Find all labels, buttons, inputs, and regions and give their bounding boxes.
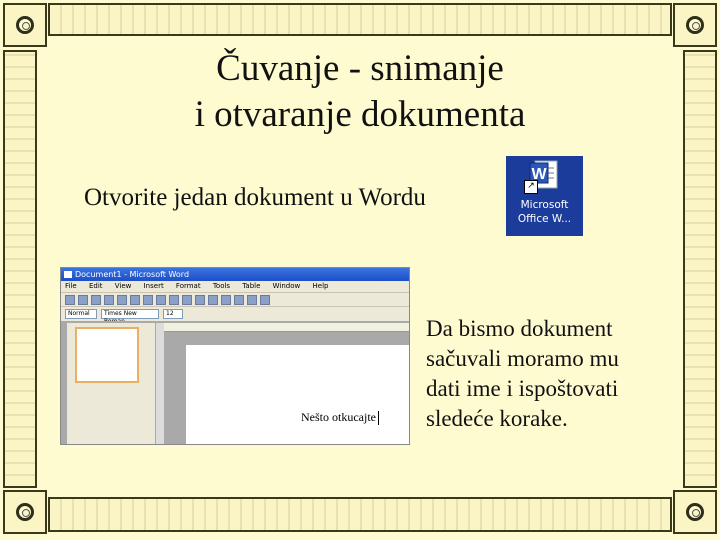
desktop-icon-label: Microsoft Office W... — [506, 198, 583, 226]
thumbnail-pane — [67, 323, 155, 444]
menu-window[interactable]: Window — [273, 282, 301, 290]
shortcut-arrow-icon: ↗ — [524, 180, 538, 194]
paragraph-line2: sačuvali moramo mu — [426, 346, 619, 371]
horizontal-ruler — [164, 323, 409, 332]
formatting-toolbar: Normal Times New Roman 12 — [61, 306, 409, 325]
table-icon[interactable] — [221, 294, 231, 305]
frame-corner-bottom-left — [3, 490, 47, 534]
drawing-icon[interactable] — [247, 294, 257, 305]
print-icon[interactable] — [104, 294, 114, 305]
frame-left-bar — [3, 50, 37, 488]
frame-right-bar — [683, 50, 717, 488]
paragraph-line3: dati ime i ispoštovati — [426, 376, 619, 401]
cut-icon[interactable] — [143, 294, 153, 305]
slide-title-line1: Čuvanje - snimanje — [216, 48, 504, 89]
paragraph-line1: Da bismo dokument — [426, 316, 613, 341]
page-thumbnail[interactable] — [75, 327, 139, 383]
slide-title: Čuvanje - snimanje i otvaranje dokumenta — [100, 46, 620, 138]
size-select[interactable]: 12 — [163, 309, 183, 319]
document-page[interactable]: Nešto otkucajte — [186, 345, 409, 444]
show-hide-icon[interactable] — [260, 294, 270, 305]
vertical-ruler — [156, 323, 164, 444]
redo-icon[interactable] — [195, 294, 205, 305]
word-window-screenshot: Document1 - Microsoft Word File Edit Vie… — [60, 267, 410, 445]
spelling-icon[interactable] — [130, 294, 140, 305]
menu-edit[interactable]: Edit — [89, 282, 103, 290]
document-text-content: Nešto otkucajte — [301, 410, 376, 424]
style-select[interactable]: Normal — [65, 309, 97, 319]
slide-subtitle: Otvorite jedan dokument u Wordu — [84, 184, 426, 211]
menu-file[interactable]: File — [65, 282, 77, 290]
menu-insert[interactable]: Insert — [144, 282, 164, 290]
instruction-paragraph: Da bismo dokument sačuvali moramo mu dat… — [426, 314, 619, 434]
save-icon[interactable] — [91, 294, 101, 305]
open-icon[interactable] — [78, 294, 88, 305]
word-titlebar: Document1 - Microsoft Word — [61, 268, 409, 281]
menu-table[interactable]: Table — [242, 282, 260, 290]
document-text: Nešto otkucajte — [301, 410, 379, 426]
frame-corner-bottom-right — [673, 490, 717, 534]
frame-corner-top-left — [3, 3, 47, 47]
paragraph-line4: sledeće korake. — [426, 406, 568, 431]
slide-title-line2: i otvaranje dokumenta — [194, 94, 526, 135]
hyperlink-icon[interactable] — [208, 294, 218, 305]
text-cursor — [377, 411, 379, 426]
copy-icon[interactable] — [156, 294, 166, 305]
menu-view[interactable]: View — [115, 282, 132, 290]
desktop-icon-label-line1: Microsoft — [520, 199, 569, 211]
menu-help[interactable]: Help — [313, 282, 329, 290]
menu-format[interactable]: Format — [176, 282, 201, 290]
standard-toolbar — [61, 292, 409, 306]
desktop-icon-label-line2: Office W... — [517, 213, 572, 225]
word-menubar: File Edit View Insert Format Tools Table… — [61, 281, 409, 292]
preview-icon[interactable] — [117, 294, 127, 305]
frame-corner-top-right — [673, 3, 717, 47]
font-select[interactable]: Times New Roman — [101, 309, 159, 325]
word-document-area: Nešto otkucajte — [61, 321, 409, 444]
columns-icon[interactable] — [234, 294, 244, 305]
word-desktop-shortcut[interactable]: W ↗ Microsoft Office W... — [506, 156, 583, 236]
frame-bottom-bar — [48, 497, 672, 532]
new-icon[interactable] — [65, 294, 75, 305]
undo-icon[interactable] — [182, 294, 192, 305]
frame-top-bar — [48, 3, 672, 36]
paste-icon[interactable] — [169, 294, 179, 305]
menu-tools[interactable]: Tools — [213, 282, 230, 290]
